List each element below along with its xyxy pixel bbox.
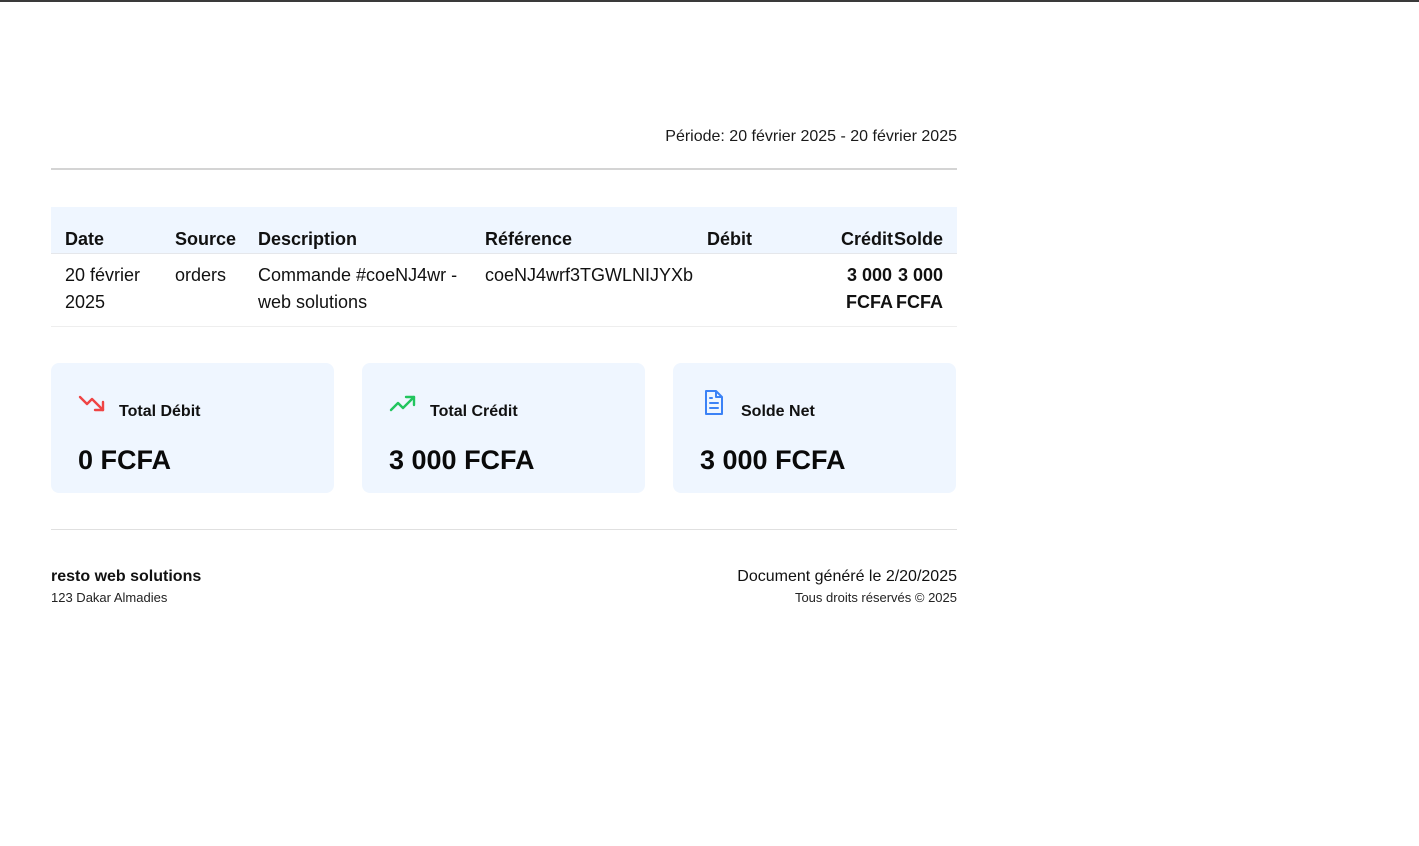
column-header-date: Date [51,207,175,254]
table-row: 20 février 2025 orders Commande #coeNJ4w… [51,253,957,327]
window-top-border [0,0,1419,2]
transactions-table: Date Source Description Référence Débit … [51,207,957,327]
cell-reference: coeNJ4wrf3TGWLNIJYXb [485,253,707,327]
total-debit-value: 0 FCFA [78,445,172,475]
column-header-credit: Crédit [797,207,893,254]
cell-source: orders [175,253,258,327]
total-credit-label: Total Crédit [430,403,518,420]
total-credit-value: 3 000 FCFA [389,445,535,475]
copyright-notice: Tous droits réservés © 2025 [794,590,957,605]
cell-debit [707,253,797,327]
generation-date: Document généré le 2/20/2025 [737,568,957,585]
trending-up-icon [389,395,416,412]
total-debit-label: Total Débit [119,403,201,420]
column-header-description: Description [258,207,485,254]
company-address: 123 Dakar Almadies [51,590,168,605]
column-header-balance: Solde [893,207,957,254]
total-debit-card: Total Débit 0 FCFA [51,363,334,493]
trending-down-icon [78,395,105,412]
document-icon [705,390,723,415]
statement-period: Période: 20 février 2025 - 20 février 20… [665,128,957,145]
cell-credit: 3 000 FCFA [797,253,893,327]
column-header-source: Source [175,207,258,254]
cell-date: 20 février 2025 [51,253,175,327]
net-balance-card: Solde Net 3 000 FCFA [673,363,956,493]
company-name: resto web solutions [51,568,202,585]
net-balance-label: Solde Net [741,403,815,420]
cell-balance: 3 000 FCFA [893,253,957,327]
footer-divider [51,529,957,530]
table-header-row: Date Source Description Référence Débit … [51,207,957,254]
summary-cards: Total Débit 0 FCFA Total Crédit 3 000 FC… [51,363,957,493]
column-header-reference: Référence [485,207,707,254]
total-credit-card: Total Crédit 3 000 FCFA [362,363,645,493]
header-divider [51,168,957,170]
net-balance-value: 3 000 FCFA [700,445,846,475]
cell-description: Commande #coeNJ4wr - web solutions [258,253,485,327]
column-header-debit: Débit [707,207,797,254]
